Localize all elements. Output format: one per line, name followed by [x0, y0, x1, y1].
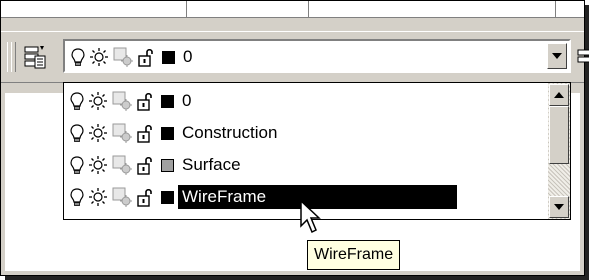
lightbulb-icon[interactable]: [68, 91, 86, 111]
unlock-icon[interactable]: [136, 123, 156, 143]
list-item[interactable]: Construction: [68, 118, 548, 148]
sun-icon[interactable]: [88, 123, 108, 143]
menu-strip: [1, 1, 584, 18]
mouse-pointer-icon: [300, 200, 321, 234]
window-frame: 0 0 Construction Surface WireFrame: [0, 0, 589, 276]
list-item[interactable]: 0: [68, 86, 548, 116]
toolbar-grip[interactable]: [11, 42, 16, 72]
viewport-freeze-icon[interactable]: [112, 155, 132, 175]
combo-layer-name: 0: [183, 47, 193, 66]
layer-name: Construction: [182, 123, 278, 142]
menu-separator: [186, 1, 187, 17]
layer-properties-icon[interactable]: [21, 44, 47, 70]
layers-toolbar: 0: [1, 31, 589, 83]
chevron-up-icon: [554, 92, 564, 98]
viewport-freeze-icon[interactable]: [112, 187, 132, 207]
sun-icon[interactable]: [89, 47, 109, 67]
menu-separator: [555, 1, 556, 17]
layer-color-swatch: [161, 158, 174, 172]
unlock-icon[interactable]: [136, 155, 156, 175]
layer-state-icons: [69, 47, 157, 67]
lightbulb-icon[interactable]: [68, 187, 86, 207]
scroll-down-button[interactable]: [549, 196, 569, 218]
combo-current-layer: 0: [69, 44, 192, 70]
layer-state-icons: [68, 155, 156, 175]
list-item[interactable]: Surface: [68, 150, 548, 180]
viewport-freeze-icon[interactable]: [113, 47, 133, 67]
sun-icon[interactable]: [88, 91, 108, 111]
viewport-freeze-icon[interactable]: [112, 123, 132, 143]
layer-color-swatch: [161, 94, 174, 108]
viewport-freeze-icon[interactable]: [112, 91, 132, 111]
layer-color-swatch: [161, 126, 174, 140]
list-scrollbar[interactable]: [548, 83, 570, 219]
tooltip: WireFrame: [307, 240, 401, 270]
scrollbar-thumb[interactable]: [549, 106, 569, 164]
unlock-icon[interactable]: [136, 187, 156, 207]
chevron-down-icon: [552, 53, 562, 59]
layer-color-swatch: [162, 50, 175, 64]
sun-icon[interactable]: [88, 155, 108, 175]
lightbulb-icon[interactable]: [69, 47, 87, 67]
unlock-icon[interactable]: [136, 91, 156, 111]
layer-combo-box[interactable]: 0: [63, 39, 571, 73]
layer-color-swatch: [161, 190, 174, 204]
layer-name: 0: [182, 91, 192, 110]
layer-state-icons: [68, 123, 156, 143]
layer-previous-icon[interactable]: [576, 46, 589, 70]
layer-name: Surface: [182, 155, 241, 174]
layer-state-icons: [68, 91, 156, 111]
combo-dropdown-button[interactable]: [547, 43, 567, 69]
scroll-up-button[interactable]: [549, 84, 569, 106]
menu-separator: [308, 1, 309, 17]
lightbulb-icon[interactable]: [68, 123, 86, 143]
lightbulb-icon[interactable]: [68, 155, 86, 175]
unlock-icon[interactable]: [137, 47, 157, 67]
layer-state-icons: [68, 187, 156, 207]
sun-icon[interactable]: [88, 187, 108, 207]
chevron-down-icon: [554, 204, 564, 210]
